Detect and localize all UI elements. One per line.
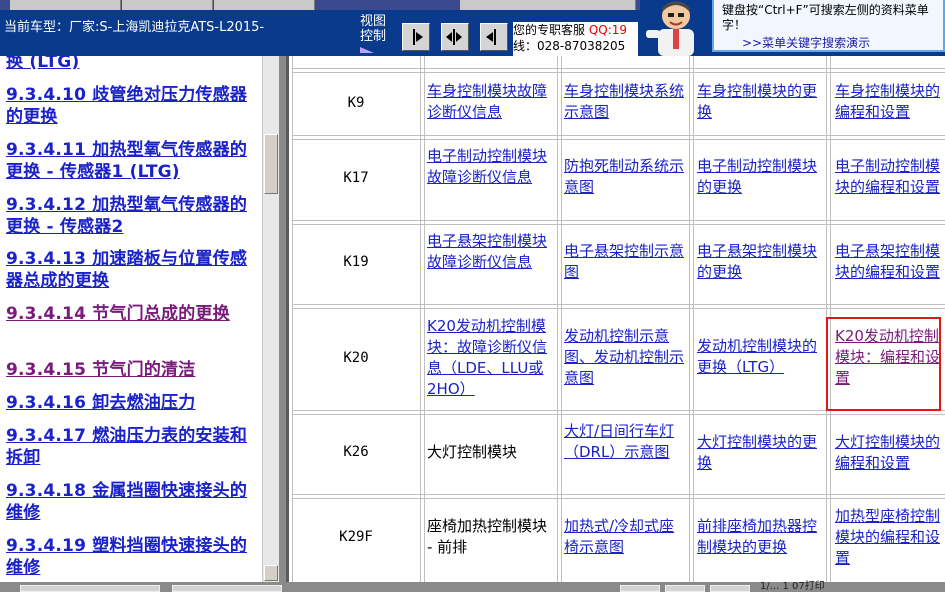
table-cell[interactable]: 加热式/冷却式座椅示意图 bbox=[564, 516, 688, 558]
table-cell[interactable]: 车身控制模块的编程和设置 bbox=[835, 81, 945, 123]
programming-link[interactable]: 车身控制模块的编程和设置 bbox=[835, 82, 940, 121]
schematic-link[interactable]: 防抱死制动系统示意图 bbox=[564, 157, 684, 196]
table-cell[interactable]: 电子悬架控制模块的编程和设置 bbox=[835, 241, 945, 283]
service-qq[interactable]: QQ:19 bbox=[589, 23, 627, 37]
top-toolbar: 当前车型：厂家:S-上海凯迪拉克ATS-L2015- 视图控制 您的专职客服 Q… bbox=[0, 0, 945, 56]
replacement-link[interactable]: 前排座椅加热器控制模块的更换 bbox=[697, 517, 817, 556]
scroll-down-button[interactable] bbox=[264, 565, 278, 581]
expand-left-button[interactable] bbox=[480, 23, 508, 51]
panel-splitter[interactable] bbox=[279, 56, 289, 582]
service-phone: 线：028-87038205 bbox=[513, 39, 626, 53]
expand-right-button[interactable] bbox=[402, 23, 430, 51]
replacement-link[interactable]: 电子悬架控制模块的更换 bbox=[697, 242, 817, 281]
schematic-link[interactable]: 电子悬架控制示意图 bbox=[564, 242, 684, 281]
table-cell[interactable]: 大灯控制模块的编程和设置 bbox=[835, 432, 945, 474]
search-tip-text: 键盘按“Ctrl+F”可搜索左侧的资料菜单字！ bbox=[722, 3, 929, 32]
view-control-label: 视图控制 bbox=[360, 14, 387, 44]
toc-item[interactable]: 9.3.4.18 金属挡圈快速接头的维修 bbox=[6, 480, 262, 524]
bottom-button-3[interactable] bbox=[620, 585, 660, 592]
replacement-link[interactable]: 车身控制模块的更换 bbox=[697, 82, 817, 121]
programming-link[interactable]: 大灯控制模块的编程和设置 bbox=[835, 433, 940, 472]
table-cell[interactable]: 电子悬架控制模块故障诊断仪信息 bbox=[427, 231, 551, 273]
bottom-button-2[interactable] bbox=[172, 585, 282, 592]
replacement-link[interactable]: 发动机控制模块的更换（LTG） bbox=[697, 337, 817, 376]
programming-link[interactable]: 加热型座椅控制模块的编程和设置 bbox=[835, 507, 940, 567]
view-indicator-icon bbox=[360, 47, 374, 53]
schematic-link[interactable]: 加热式/冷却式座椅示意图 bbox=[564, 517, 674, 556]
strip-button-3[interactable] bbox=[214, 0, 315, 10]
table-cell[interactable]: 大灯控制模块的更换 bbox=[697, 432, 825, 474]
module-name: 大灯控制模块 bbox=[427, 443, 518, 461]
module-code: K29F bbox=[339, 529, 373, 545]
table-cell[interactable]: K20发动机控制模块：故障诊断仪信息（LDE、LLU或2HO） bbox=[427, 316, 555, 400]
table-cell[interactable]: 大灯/日间行车灯（DRL）示意图 bbox=[564, 421, 688, 463]
mascot-icon bbox=[640, 0, 710, 56]
table-cell[interactable]: 发动机控制示意图、发动机控制示意图 bbox=[564, 326, 688, 389]
strip-button-2[interactable] bbox=[122, 0, 213, 10]
page-status: 1/... 1 07打印 bbox=[760, 581, 825, 592]
table-cell[interactable]: 车身控制模块的更换 bbox=[697, 81, 825, 123]
module-code: K19 bbox=[343, 254, 369, 270]
bottom-button-1[interactable] bbox=[20, 585, 160, 592]
strip-button-4[interactable] bbox=[460, 0, 636, 10]
schematic-link[interactable]: 车身控制模块系统示意图 bbox=[564, 82, 684, 121]
module-name: 座椅加热控制模块 - 前排 bbox=[427, 517, 548, 556]
toc-item[interactable]: 9.3.4.13 加速踏板与位置传感器总成的更换 bbox=[6, 248, 262, 292]
toc-item[interactable]: 9.3.4.19 塑料挡圈快速接头的维修 bbox=[6, 535, 262, 579]
module-code: K26 bbox=[343, 444, 369, 460]
search-tip-box: 键盘按“Ctrl+F”可搜索左侧的资料菜单字！ >>菜单关键字搜索演示 bbox=[712, 0, 945, 52]
replacement-link[interactable]: 大灯控制模块的更换 bbox=[697, 433, 817, 472]
customer-service-box: 您的专职客服 QQ:19 线：028-87038205 bbox=[513, 22, 638, 56]
split-left-icon bbox=[486, 29, 496, 45]
table-cell[interactable]: 电子制动控制模块的更换 bbox=[697, 156, 825, 198]
strip-button-1[interactable] bbox=[10, 0, 121, 10]
diagnostic-link[interactable]: 电子悬架控制模块故障诊断仪信息 bbox=[427, 232, 547, 271]
toc-item[interactable]: 9.3.4.16 卸去燃油压力 bbox=[6, 392, 262, 414]
toc-item[interactable]: 9.3.4.15 节气门的清洁 bbox=[6, 359, 262, 381]
module-code: K17 bbox=[343, 170, 369, 186]
bottom-button-5[interactable] bbox=[710, 585, 750, 592]
split-both-icon bbox=[446, 29, 462, 45]
table-cell[interactable]: 电子悬架控制模块的更换 bbox=[697, 241, 825, 283]
scrollbar-thumb[interactable] bbox=[264, 134, 278, 194]
table-cell[interactable]: 前排座椅加热器控制模块的更换 bbox=[697, 516, 825, 558]
table-cell[interactable]: 电子制动控制模块故障诊断仪信息 bbox=[427, 146, 551, 188]
diagnostic-link[interactable]: 车身控制模块故障诊断仪信息 bbox=[427, 82, 547, 121]
split-right-icon bbox=[413, 29, 423, 45]
toc-item[interactable]: 9.3.4.14 节气门总成的更换 bbox=[6, 303, 262, 325]
table-cell[interactable]: 防抱死制动系统示意图 bbox=[564, 156, 688, 198]
table-cell[interactable]: 车身控制模块系统示意图 bbox=[564, 81, 688, 123]
current-car-model: 当前车型：厂家:S-上海凯迪拉克ATS-L2015- bbox=[4, 20, 265, 35]
diagnostic-link[interactable]: K20发动机控制模块：故障诊断仪信息（LDE、LLU或2HO） bbox=[427, 317, 547, 398]
content-panel: K9 车身控制模块故障诊断仪信息 车身控制模块系统示意图 车身控制模块的更换 车… bbox=[289, 56, 945, 582]
module-code: K20 bbox=[343, 350, 369, 366]
expand-both-button[interactable] bbox=[441, 23, 469, 51]
toc-item[interactable]: 9.3.4.17 燃油压力表的安装和拆卸 bbox=[6, 425, 262, 469]
view-control: 视图控制 bbox=[360, 14, 390, 53]
service-label: 您的专职客服 bbox=[513, 23, 586, 37]
table-cell[interactable]: 电子悬架控制示意图 bbox=[564, 241, 688, 283]
toc-item[interactable]: 换 (LTG) bbox=[6, 56, 262, 73]
programming-link[interactable]: 电子制动控制模块的编程和设置 bbox=[835, 157, 940, 196]
schematic-link[interactable]: 大灯/日间行车灯（DRL）示意图 bbox=[564, 422, 674, 461]
bottom-status-bar: 1/... 1 07打印 bbox=[0, 582, 945, 592]
schematic-link[interactable]: 发动机控制示意图、发动机控制示意图 bbox=[564, 327, 684, 387]
replacement-link[interactable]: 电子制动控制模块的更换 bbox=[697, 157, 817, 196]
module-code: K9 bbox=[347, 95, 365, 111]
table-cell[interactable]: 电子制动控制模块的编程和设置 bbox=[835, 156, 945, 198]
toc-item[interactable]: 9.3.4.12 加热型氧气传感器的更换 - 传感器2 bbox=[6, 194, 262, 238]
diagnostic-link[interactable]: 电子制动控制模块故障诊断仪信息 bbox=[427, 147, 547, 186]
programming-link[interactable]: 电子悬架控制模块的编程和设置 bbox=[835, 242, 940, 281]
table-cell[interactable]: 加热型座椅控制模块的编程和设置 bbox=[835, 506, 945, 569]
highlight-box bbox=[826, 317, 941, 411]
table-cell[interactable]: 发动机控制模块的更换（LTG） bbox=[697, 336, 825, 378]
top-button-strip bbox=[0, 0, 650, 10]
bottom-button-4[interactable] bbox=[665, 585, 705, 592]
table-cell[interactable]: 车身控制模块故障诊断仪信息 bbox=[427, 81, 555, 123]
toc-scrollbar[interactable] bbox=[262, 56, 279, 582]
toc-item[interactable]: 9.3.4.11 加热型氧气传感器的更换 - 传感器1 (LTG) bbox=[6, 139, 262, 183]
search-demo-link[interactable]: >>菜单关键字搜索演示 bbox=[742, 36, 943, 51]
toc-panel: 换 (LTG) 9.3.4.10 歧管绝对压力传感器的更换 9.3.4.11 加… bbox=[0, 56, 262, 582]
toc-item[interactable]: 9.3.4.10 歧管绝对压力传感器的更换 bbox=[6, 84, 262, 128]
